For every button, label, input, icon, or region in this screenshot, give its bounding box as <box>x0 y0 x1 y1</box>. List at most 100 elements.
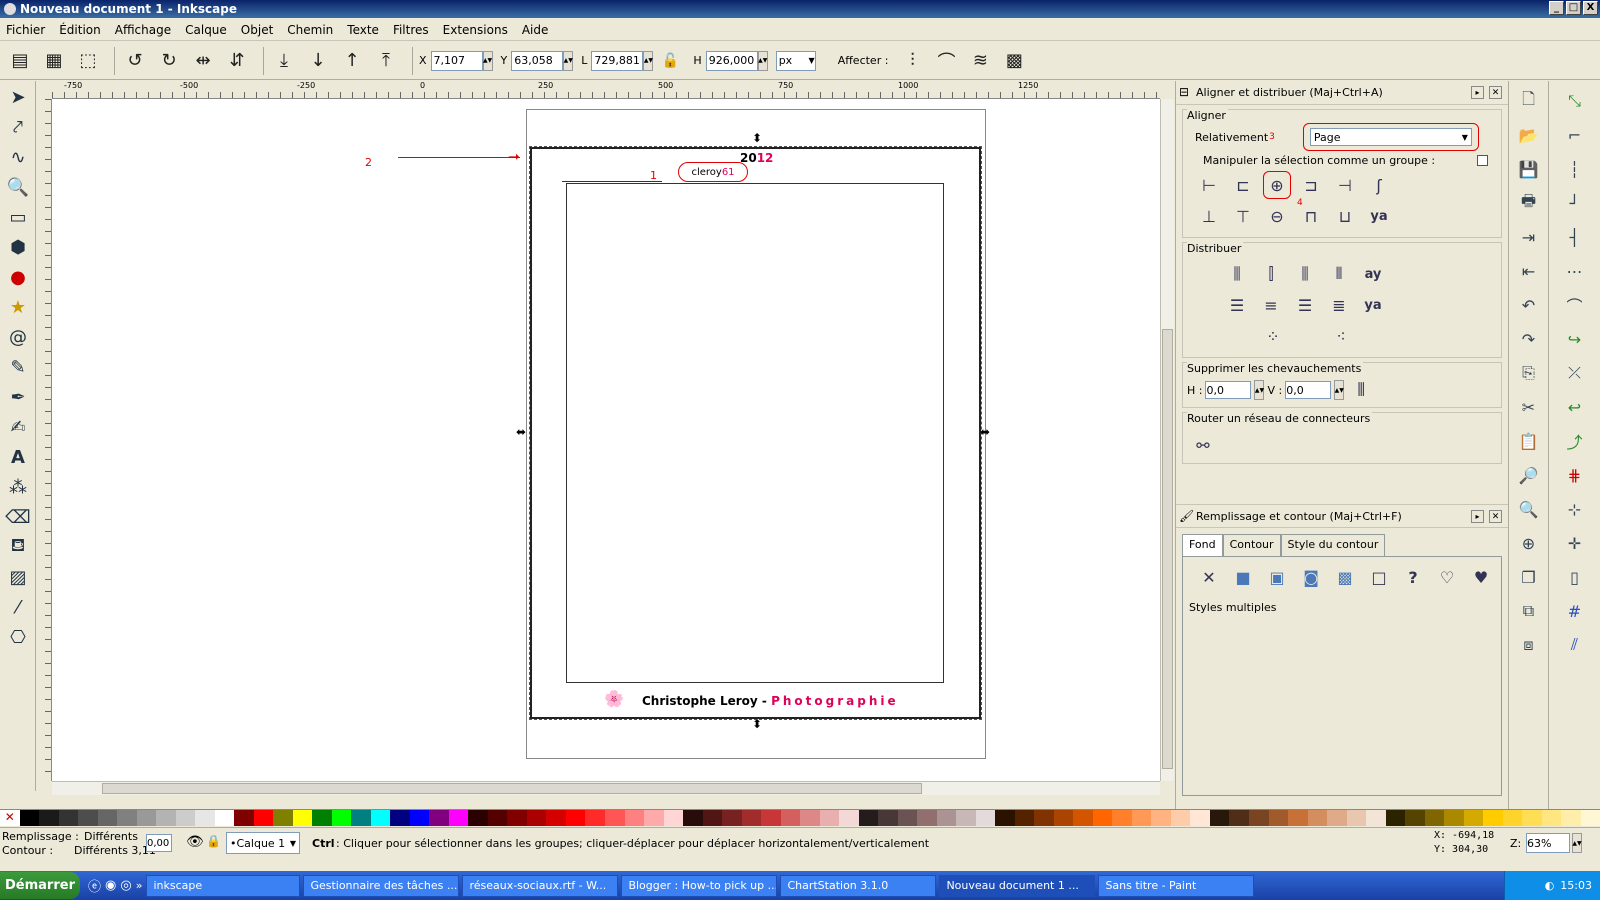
select-all-layers-icon[interactable]: ▦ <box>40 47 68 75</box>
dropper-tool-icon[interactable]: ⁄ <box>4 593 32 621</box>
ellipse-tool-icon[interactable]: ● <box>4 263 32 291</box>
color-swatch[interactable] <box>253 810 274 826</box>
color-swatch[interactable] <box>858 810 879 826</box>
duplicate-icon[interactable]: ❐ <box>1515 563 1543 591</box>
color-swatch[interactable] <box>97 810 118 826</box>
spiral-tool-icon[interactable]: @ <box>4 323 32 351</box>
print-icon[interactable]: 🖶 <box>1515 189 1543 217</box>
width-spinner[interactable]: ▲▼ <box>643 50 654 71</box>
color-swatch[interactable] <box>1580 810 1600 826</box>
color-swatch[interactable] <box>58 810 79 826</box>
task-task-manager[interactable]: Gestionnaire des tâches ... <box>303 874 460 897</box>
color-swatch[interactable] <box>1424 810 1445 826</box>
snap-path-icon[interactable]: ↪ <box>1561 325 1589 353</box>
color-swatch[interactable] <box>156 810 176 826</box>
color-swatch[interactable] <box>897 810 918 826</box>
color-swatch[interactable] <box>78 810 98 826</box>
color-swatch[interactable] <box>663 810 684 826</box>
color-swatch[interactable] <box>1502 810 1523 826</box>
snap-cusp-icon[interactable]: ↩ <box>1561 393 1589 421</box>
node-tool-icon[interactable]: ⤤ <box>4 113 32 141</box>
color-swatch[interactable] <box>468 810 488 826</box>
color-swatch[interactable] <box>1092 810 1113 826</box>
align-right-to-left-icon[interactable]: ⊢ <box>1195 171 1223 199</box>
arrange-network-icon[interactable]: ⚯ <box>1189 431 1217 459</box>
zoom-tool-icon[interactable]: 🔍 <box>4 173 32 201</box>
unset-paint-icon[interactable]: ? <box>1399 563 1427 591</box>
copy-icon[interactable]: ⎘ <box>1515 359 1543 387</box>
eye-icon[interactable]: 👁 <box>186 834 204 850</box>
color-swatch[interactable] <box>175 810 196 826</box>
distribute-center-v-icon[interactable]: ≡ <box>1257 291 1285 319</box>
transform-patterns-icon[interactable]: ▩ <box>1000 47 1028 75</box>
fill-rule-nonzero-icon[interactable]: ♥ <box>1467 563 1495 591</box>
distribute-gaps-h-icon[interactable]: ⦀ <box>1325 260 1353 288</box>
close-icon[interactable]: ✕ <box>1489 86 1502 99</box>
color-swatch[interactable] <box>370 810 391 826</box>
snap-enable-icon[interactable]: ⤡ <box>1561 87 1589 115</box>
color-swatch[interactable] <box>273 810 293 826</box>
color-swatch[interactable] <box>1463 810 1484 826</box>
paste-icon[interactable]: 📋 <box>1515 427 1543 455</box>
color-swatch[interactable] <box>1444 810 1464 826</box>
zoom-spinner[interactable]: ▲▼ <box>1572 833 1582 853</box>
color-swatch[interactable] <box>624 810 645 826</box>
color-swatch[interactable] <box>487 810 508 826</box>
menu-affichage[interactable]: Affichage <box>115 23 171 37</box>
snap-bbox-edge-icon[interactable]: ┆ <box>1561 155 1589 183</box>
rotate-ccw-icon[interactable]: ↺ <box>121 47 149 75</box>
color-swatch[interactable] <box>1190 810 1210 826</box>
distribute-gaps-v-icon[interactable]: ≣ <box>1325 291 1353 319</box>
minimize-button[interactable]: _ <box>1549 1 1564 15</box>
height-input[interactable] <box>705 50 758 71</box>
color-swatch[interactable] <box>1366 810 1386 826</box>
snap-rotation-center-icon[interactable]: ✛ <box>1561 529 1589 557</box>
rect-tool-icon[interactable]: ▭ <box>4 203 32 231</box>
h-gap-input[interactable] <box>1205 381 1252 399</box>
color-swatch[interactable] <box>1249 810 1269 826</box>
snap-midpoints-icon[interactable]: ⋕ <box>1561 461 1589 489</box>
snap-bbox-midpoint-icon[interactable]: ┤ <box>1561 223 1589 251</box>
snap-nodes-icon[interactable]: ⌒ <box>1561 291 1589 319</box>
quicklaunch-more-icon[interactable]: » <box>136 879 143 892</box>
align-baseline-icon[interactable]: ʃ <box>1365 171 1393 199</box>
save-icon[interactable]: 💾 <box>1515 155 1543 183</box>
pattern-icon[interactable]: ▩ <box>1331 563 1359 591</box>
relative-select[interactable]: Page ▼ <box>1309 128 1472 146</box>
color-swatch[interactable] <box>878 810 898 826</box>
snap-grid-icon[interactable]: # <box>1561 597 1589 625</box>
color-swatch[interactable] <box>39 810 59 826</box>
color-swatch[interactable] <box>585 810 605 826</box>
color-swatch[interactable] <box>448 810 469 826</box>
flip-horizontal-icon[interactable]: ⇹ <box>189 47 217 75</box>
menu-texte[interactable]: Texte <box>347 23 379 37</box>
randomize-icon[interactable]: ⁘ <box>1259 322 1287 350</box>
color-swatch[interactable] <box>644 810 664 826</box>
color-swatch[interactable] <box>1131 810 1152 826</box>
h-gap-spinner[interactable]: ▲▼ <box>1254 380 1265 400</box>
color-swatch[interactable] <box>917 810 937 826</box>
color-swatch[interactable] <box>526 810 547 826</box>
maximize-button[interactable]: □ <box>1566 1 1581 15</box>
distribute-top-icon[interactable]: ☰ <box>1223 291 1251 319</box>
raise-to-top-icon[interactable]: ⤒ <box>372 47 400 75</box>
distribute-bottom-icon[interactable]: ☰ <box>1291 291 1319 319</box>
zoom-input[interactable] <box>1526 833 1570 853</box>
color-swatch[interactable] <box>1307 810 1328 826</box>
paint-bucket-tool-icon[interactable]: ⛾ <box>4 533 32 561</box>
align-top-edges-icon[interactable]: ⊤ <box>1229 202 1257 230</box>
color-swatch[interactable] <box>565 810 586 826</box>
color-swatch[interactable] <box>1483 810 1503 826</box>
color-swatch[interactable] <box>1288 810 1308 826</box>
quicklaunch-ie-icon[interactable]: ⓔ <box>88 876 101 895</box>
pen-tool-icon[interactable]: ✒ <box>4 383 32 411</box>
lower-to-bottom-icon[interactable]: ⤓ <box>270 47 298 75</box>
menu-extensions[interactable]: Extensions <box>443 23 508 37</box>
color-swatch[interactable] <box>1541 810 1562 826</box>
color-swatch[interactable] <box>1014 810 1035 826</box>
scale-stroke-icon[interactable]: ⫶ <box>898 47 926 75</box>
align-text-baseline-icon[interactable]: ya <box>1365 202 1393 230</box>
flip-vertical-icon[interactable]: ⇵ <box>223 47 251 75</box>
layer-select[interactable]: •Calque 1 ▼ <box>226 832 300 854</box>
color-swatch[interactable] <box>956 810 976 826</box>
